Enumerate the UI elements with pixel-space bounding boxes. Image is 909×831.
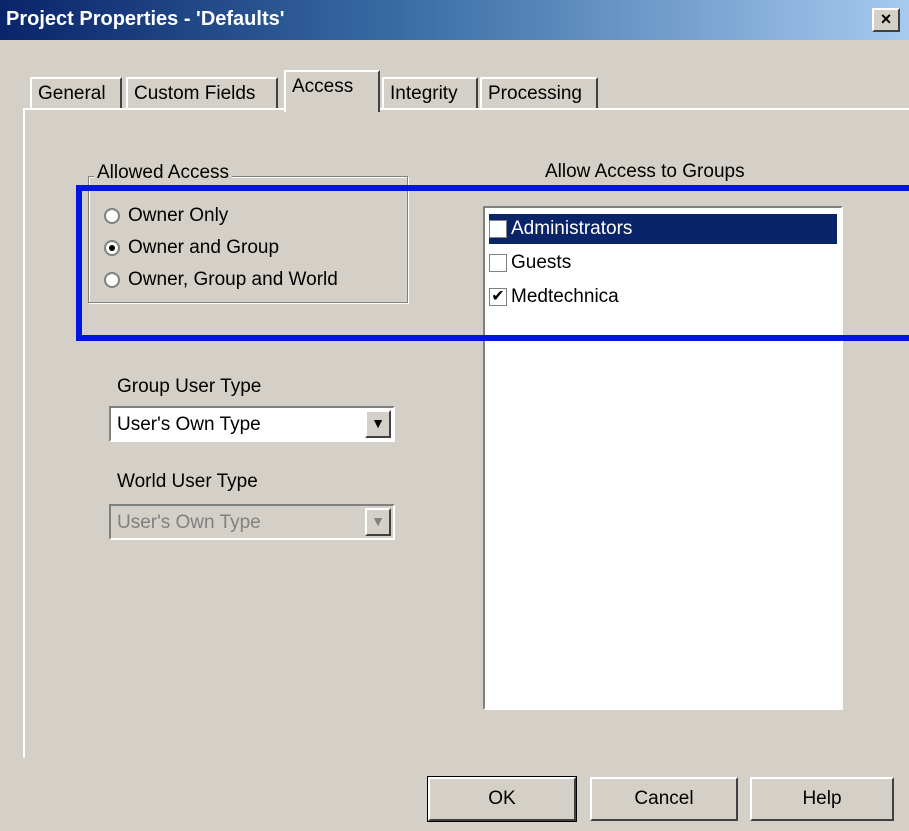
tab-general[interactable]: General	[30, 77, 122, 109]
close-button[interactable]: ×	[872, 8, 900, 32]
tab-label: Integrity	[390, 83, 458, 104]
tab-custom-fields[interactable]: Custom Fields	[126, 77, 278, 109]
tab-label: Custom Fields	[134, 83, 256, 104]
close-icon: ×	[880, 9, 892, 29]
help-button[interactable]: Help	[750, 777, 894, 821]
window-title: Project Properties - 'Defaults'	[6, 8, 285, 30]
tab-label: General	[38, 83, 106, 104]
tab-panel	[23, 108, 909, 758]
tab-label: Access	[292, 76, 354, 97]
tab-integrity[interactable]: Integrity	[382, 77, 478, 109]
title-bar: Project Properties - 'Defaults' ×	[0, 0, 909, 40]
tab-access[interactable]: Access	[284, 70, 380, 112]
tab-label: Processing	[488, 83, 582, 104]
allowed-access-legend: Allowed Access	[94, 162, 233, 184]
tab-processing[interactable]: Processing	[480, 77, 598, 109]
ok-button[interactable]: OK	[427, 776, 577, 822]
cancel-button[interactable]: Cancel	[590, 777, 738, 821]
